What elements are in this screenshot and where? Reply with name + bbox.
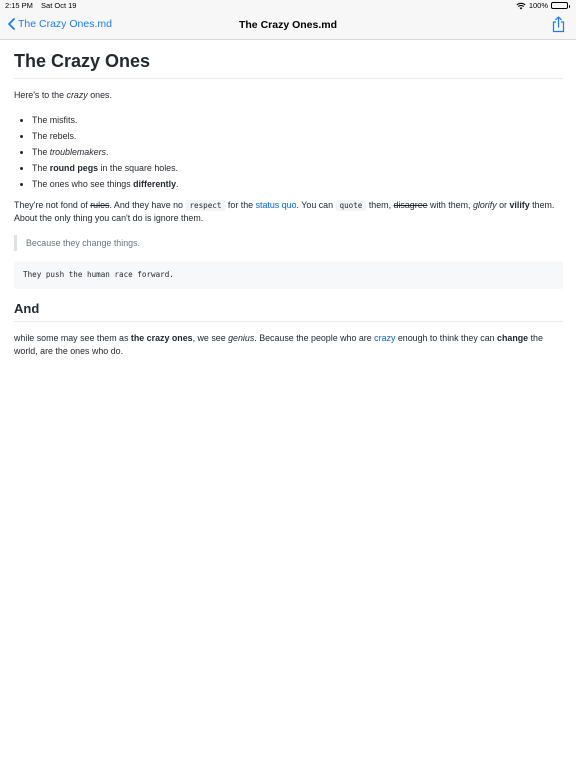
intro-emphasis: crazy — [66, 90, 88, 100]
list-item-text: in the square holes. — [98, 162, 179, 173]
share-button[interactable] — [552, 16, 565, 38]
closing-paragraph: while some may see them as the crazy one… — [14, 332, 563, 359]
strong-text: vilify — [509, 199, 530, 210]
list-item-strong: differently — [133, 178, 177, 189]
text-run: or — [496, 199, 510, 210]
intro-text-a: Here's to the — [14, 90, 67, 100]
emphasis-text: glorify — [472, 199, 497, 210]
list-item: The troublemakers. — [32, 144, 563, 160]
status-time: 2:15 PM — [5, 1, 33, 10]
share-icon — [552, 16, 565, 33]
intro-paragraph: Here's to the crazy ones. — [14, 89, 563, 103]
code-block: They push the human race forward. — [14, 260, 563, 289]
inline-code: quote — [335, 199, 367, 211]
list-item: The misfits. — [32, 112, 563, 128]
text-run: them, — [366, 199, 394, 210]
list-item-emphasis: troublemakers — [49, 146, 106, 157]
battery-icon — [551, 2, 570, 9]
text-run: , we see — [192, 332, 229, 343]
status-date: Sat Oct 19 — [41, 1, 77, 10]
markdown-preview: The Crazy Ones Here's to the crazy ones.… — [14, 40, 563, 359]
strong-text: the crazy ones — [130, 332, 193, 343]
body-paragraph: They're not fond of rules. And they have… — [14, 199, 563, 226]
navigation-bar: The Crazy Ones.md The Crazy Ones.md — [0, 12, 576, 40]
text-run: enough to think they can — [395, 332, 498, 343]
crazy-link[interactable]: crazy — [374, 333, 395, 343]
list-item-text: . — [106, 146, 109, 157]
bullet-list: The misfits. The rebels. The troublemake… — [14, 112, 563, 192]
list-item-text: The — [32, 162, 50, 173]
blockquote-text: Because they change things. — [26, 237, 140, 248]
document-title: The Crazy Ones — [14, 51, 563, 79]
text-run: . And they have no — [109, 199, 186, 210]
status-bar: 2:15 PM Sat Oct 19 100% — [0, 0, 576, 12]
section-heading: And — [14, 301, 563, 322]
list-item: The ones who see things differently. — [32, 176, 563, 192]
text-run: . Because the people who are — [254, 332, 375, 343]
list-item-text: The — [32, 146, 50, 157]
battery-percent: 100% — [528, 1, 548, 10]
status-quo-link[interactable]: status quo — [256, 200, 297, 210]
text-run: They're not fond of — [14, 199, 91, 210]
code-block-text: They push the human race forward. — [23, 269, 174, 279]
text-run: for the — [225, 199, 256, 210]
list-item-strong: round pegs — [49, 162, 99, 173]
wifi-icon — [516, 2, 526, 9]
list-item-text: The ones who see things — [32, 178, 134, 189]
text-run: while some may see them as — [14, 332, 131, 343]
status-bar-left: 2:15 PM Sat Oct 19 — [5, 1, 82, 10]
strikethrough-text: disagree — [393, 199, 428, 210]
list-item: The round pegs in the square holes. — [32, 160, 563, 176]
status-bar-right: 100% — [516, 1, 570, 10]
text-run: with them, — [427, 199, 473, 210]
list-item-text: . — [176, 178, 179, 189]
nav-title: The Crazy Ones.md — [238, 19, 338, 31]
list-item: The rebels. — [32, 128, 563, 144]
intro-text-b: ones. — [87, 90, 112, 100]
blockquote: Because they change things. — [14, 234, 563, 251]
list-item-text: The rebels. — [32, 130, 77, 141]
emphasis-text: genius — [228, 332, 255, 343]
inline-code: respect — [185, 199, 226, 211]
strikethrough-text: rules — [90, 199, 110, 210]
strong-text: change — [497, 332, 529, 343]
list-item-text: The misfits. — [32, 114, 78, 125]
text-run: . You can — [296, 199, 336, 210]
